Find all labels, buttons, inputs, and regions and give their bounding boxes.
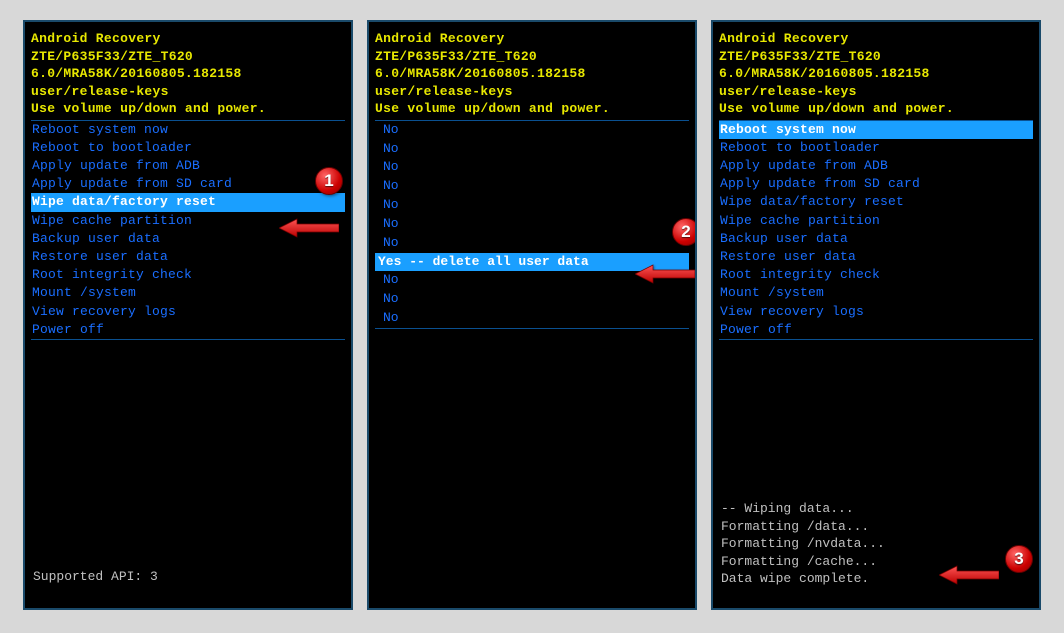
header-build: 6.0/MRA58K/20160805.182158 bbox=[31, 65, 345, 83]
recovery-header: Android Recovery ZTE/P635F33/ZTE_T620 6.… bbox=[31, 30, 345, 118]
confirm-no[interactable]: No bbox=[375, 309, 689, 328]
menu-item[interactable]: Wipe data/factory reset bbox=[719, 193, 1033, 211]
menu-item[interactable]: Apply update from ADB bbox=[719, 157, 1033, 175]
header-title: Android Recovery bbox=[31, 30, 345, 48]
confirm-no[interactable]: No bbox=[375, 158, 689, 177]
menu-item[interactable]: Wipe data/factory reset bbox=[31, 193, 345, 211]
header-device: ZTE/P635F33/ZTE_T620 bbox=[375, 48, 689, 66]
menu-item[interactable]: Root integrity check bbox=[31, 266, 345, 284]
menu-item[interactable]: Power off bbox=[31, 321, 345, 339]
menu-item[interactable]: Restore user data bbox=[31, 248, 345, 266]
header-instruction: Use volume up/down and power. bbox=[719, 100, 1033, 118]
menu-item[interactable]: Backup user data bbox=[719, 230, 1033, 248]
menu-item[interactable]: Reboot to bootloader bbox=[719, 139, 1033, 157]
confirm-no[interactable]: No bbox=[375, 234, 689, 253]
confirm-no[interactable]: No bbox=[375, 290, 689, 309]
arrow-icon bbox=[279, 217, 339, 243]
menu-item[interactable]: Mount /system bbox=[719, 284, 1033, 302]
log-line: -- Wiping data... bbox=[721, 500, 1031, 518]
recovery-screen-2: Android Recovery ZTE/P635F33/ZTE_T620 6.… bbox=[367, 20, 697, 610]
menu-item[interactable]: View recovery logs bbox=[719, 303, 1033, 321]
header-instruction: Use volume up/down and power. bbox=[375, 100, 689, 118]
header-title: Android Recovery bbox=[719, 30, 1033, 48]
log-line: Formatting /nvdata... bbox=[721, 535, 1031, 553]
menu-item[interactable]: Reboot system now bbox=[719, 121, 1033, 139]
header-keys: user/release-keys bbox=[719, 83, 1033, 101]
menu-item[interactable]: Root integrity check bbox=[719, 266, 1033, 284]
footer-api: Supported API: 3 bbox=[33, 569, 158, 584]
menu-item[interactable]: Apply update from SD card bbox=[719, 175, 1033, 193]
header-device: ZTE/P635F33/ZTE_T620 bbox=[719, 48, 1033, 66]
recovery-screen-3: Android Recovery ZTE/P635F33/ZTE_T620 6.… bbox=[711, 20, 1041, 610]
menu-item[interactable]: Mount /system bbox=[31, 284, 345, 302]
menu-item[interactable]: Apply update from SD card bbox=[31, 175, 345, 193]
confirm-no[interactable]: No bbox=[375, 140, 689, 159]
header-device: ZTE/P635F33/ZTE_T620 bbox=[31, 48, 345, 66]
confirm-menu: NoNoNoNoNoNoNoYes -- delete all user dat… bbox=[375, 120, 689, 329]
confirm-no[interactable]: No bbox=[375, 121, 689, 140]
recovery-menu: Reboot system nowReboot to bootloaderApp… bbox=[719, 120, 1033, 340]
header-build: 6.0/MRA58K/20160805.182158 bbox=[719, 65, 1033, 83]
confirm-no[interactable]: No bbox=[375, 215, 689, 234]
menu-item[interactable]: Power off bbox=[719, 321, 1033, 339]
menu-item[interactable]: Apply update from ADB bbox=[31, 157, 345, 175]
recovery-screen-1: Android Recovery ZTE/P635F33/ZTE_T620 6.… bbox=[23, 20, 353, 610]
step-badge-2: 2 bbox=[672, 218, 697, 246]
recovery-header: Android Recovery ZTE/P635F33/ZTE_T620 6.… bbox=[719, 30, 1033, 118]
confirm-no[interactable]: No bbox=[375, 177, 689, 196]
menu-item[interactable]: Wipe cache partition bbox=[719, 212, 1033, 230]
log-line: Formatting /data... bbox=[721, 518, 1031, 536]
step-badge-1: 1 bbox=[315, 167, 343, 195]
menu-item[interactable]: View recovery logs bbox=[31, 303, 345, 321]
menu-item[interactable]: Reboot to bootloader bbox=[31, 139, 345, 157]
recovery-header: Android Recovery ZTE/P635F33/ZTE_T620 6.… bbox=[375, 30, 689, 118]
header-build: 6.0/MRA58K/20160805.182158 bbox=[375, 65, 689, 83]
header-keys: user/release-keys bbox=[31, 83, 345, 101]
header-title: Android Recovery bbox=[375, 30, 689, 48]
step-badge-3: 3 bbox=[1005, 545, 1033, 573]
header-keys: user/release-keys bbox=[375, 83, 689, 101]
confirm-no[interactable]: No bbox=[375, 196, 689, 215]
arrow-icon bbox=[939, 564, 999, 590]
arrow-icon bbox=[635, 263, 695, 289]
menu-item[interactable]: Reboot system now bbox=[31, 121, 345, 139]
header-instruction: Use volume up/down and power. bbox=[31, 100, 345, 118]
menu-item[interactable]: Restore user data bbox=[719, 248, 1033, 266]
